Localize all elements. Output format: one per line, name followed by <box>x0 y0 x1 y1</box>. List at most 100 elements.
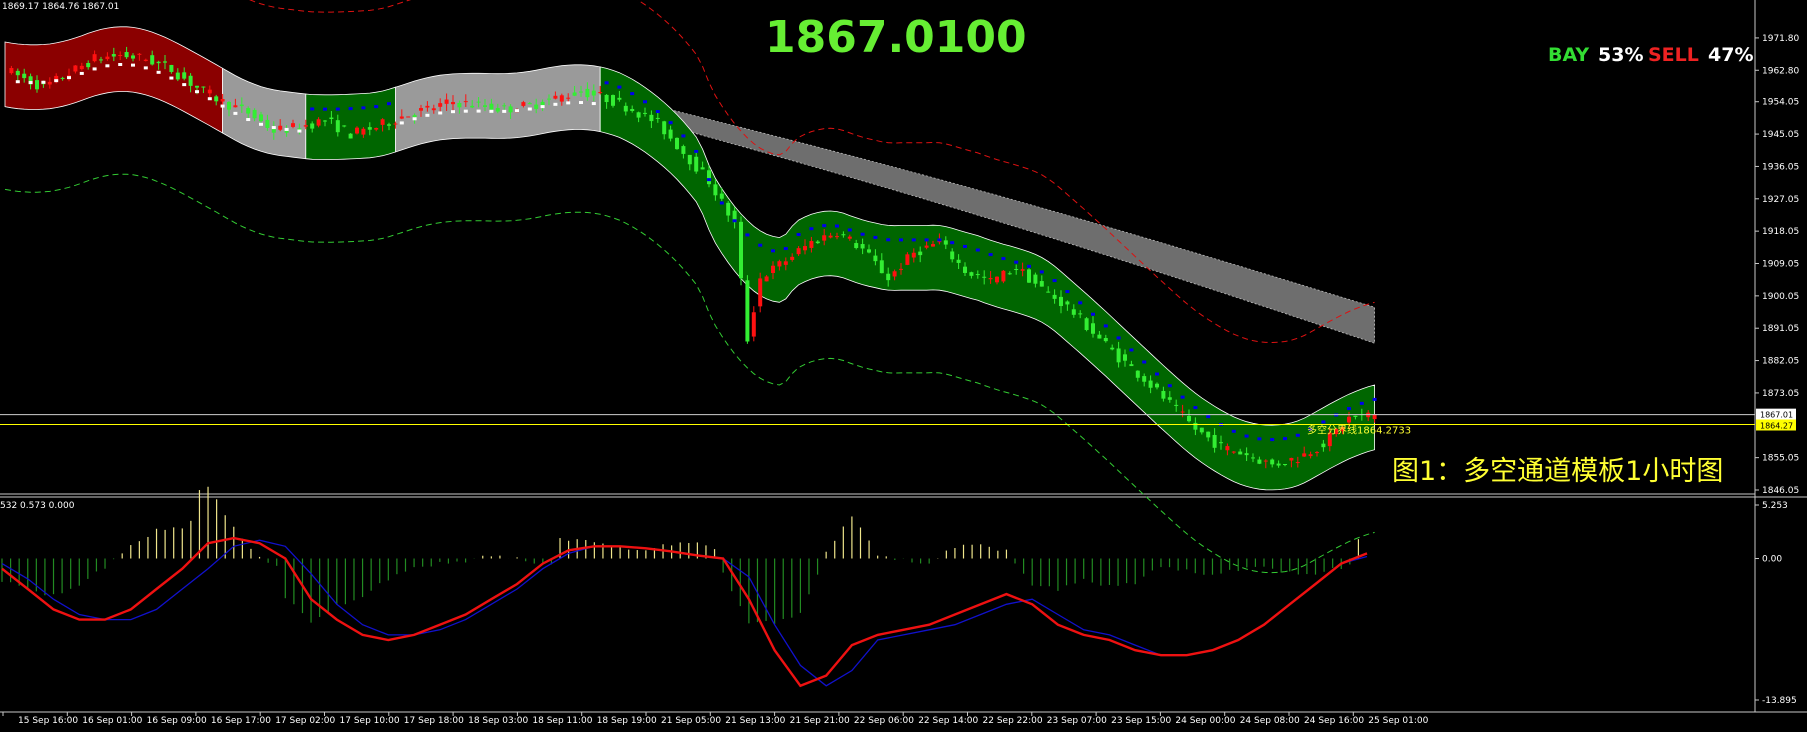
trail-dot <box>1180 395 1185 399</box>
candle-body <box>1187 415 1191 422</box>
trail-dot <box>1052 279 1057 283</box>
price-tick-label: 1882.05 <box>1762 357 1799 367</box>
candle-body <box>521 102 526 106</box>
trail-dot <box>988 253 993 257</box>
trail-dot <box>207 97 212 101</box>
trail-dot <box>694 149 699 153</box>
candle-body <box>495 108 500 112</box>
candle-body <box>60 77 65 79</box>
time-tick-label: 21 Sep 13:00 <box>725 716 785 726</box>
trail-dot <box>1001 257 1006 261</box>
candle-body <box>1065 301 1070 305</box>
price-tick-label: 1918.05 <box>1762 227 1799 237</box>
candle-body <box>969 272 974 276</box>
trail-dot <box>335 107 340 111</box>
candle-body <box>425 105 430 108</box>
candle-body <box>207 89 212 94</box>
candle-body <box>227 101 231 110</box>
price-tick-label: 1927.05 <box>1762 195 1799 205</box>
candle-body <box>483 105 487 108</box>
candle-body <box>1155 383 1159 388</box>
trail-dot <box>553 102 558 106</box>
candle-body <box>150 55 155 65</box>
macd-tick-label: 0.00 <box>1762 554 1782 564</box>
candle-body <box>943 240 948 245</box>
candle-body <box>457 102 462 108</box>
candle-body <box>1295 462 1300 464</box>
candle-body <box>1219 442 1223 444</box>
trail-dot <box>1116 336 1121 340</box>
candle-body <box>822 235 827 241</box>
candle-body <box>291 123 295 127</box>
candle-body <box>905 254 910 265</box>
trail-dot <box>630 92 635 96</box>
trail-dot <box>1321 420 1326 424</box>
candle-body <box>681 146 686 154</box>
candle-body <box>1270 459 1275 465</box>
candle-body <box>899 268 903 270</box>
candle-body <box>1199 427 1204 433</box>
trail-dot <box>566 101 571 105</box>
candle-body <box>1263 460 1268 462</box>
candle-body <box>131 55 135 59</box>
candle-body <box>623 105 628 112</box>
candle-body <box>1302 453 1307 457</box>
candle-body <box>201 86 206 88</box>
candle-body <box>143 59 148 61</box>
trail-dot <box>92 67 97 71</box>
candle-body <box>310 123 315 129</box>
candle-body <box>265 119 270 128</box>
candle-body <box>9 68 14 74</box>
macd-header: 532 0.573 0.000 <box>0 501 75 511</box>
trail-dot <box>1103 324 1108 328</box>
trail-dot <box>963 244 967 248</box>
trail-dot <box>1244 434 1249 438</box>
candle-body <box>751 312 756 337</box>
chart-caption: 图1：多空通道模板1小时图 <box>1392 456 1723 487</box>
trail-dot <box>438 111 443 115</box>
trail-dot <box>1206 415 1211 419</box>
candle-body <box>835 236 839 238</box>
ohlc-info: 1869.17 1864.76 1867.01 <box>2 2 119 12</box>
price-tick-label: 1909.05 <box>1762 260 1799 270</box>
trail-dot <box>246 118 251 122</box>
bay-label: BAY <box>1548 44 1589 66</box>
level-line-label: 多空分界线1864.2733 <box>1307 423 1411 436</box>
candle-body <box>188 75 193 86</box>
price-tick-label: 1954.05 <box>1762 98 1799 108</box>
candle-body <box>803 246 807 251</box>
candle-body <box>1071 309 1076 315</box>
trail-dot <box>668 121 673 125</box>
candle-body <box>636 112 641 118</box>
candle-body <box>367 127 372 130</box>
trail-dot <box>604 81 609 85</box>
candle-body <box>182 72 187 79</box>
price-tick-label: 1855.05 <box>1762 454 1799 464</box>
candle-body <box>867 249 871 253</box>
candle-body <box>118 54 123 56</box>
candle-body <box>105 56 110 60</box>
candle-body <box>35 80 39 90</box>
trail-dot <box>1155 372 1159 376</box>
candle-body <box>572 92 577 96</box>
trail-dot <box>515 109 519 113</box>
time-tick-label: 18 Sep 19:00 <box>597 716 657 726</box>
price-tick-label: 1846.05 <box>1762 486 1799 496</box>
sell-percent: 47% <box>1708 44 1753 66</box>
candle-body <box>1123 354 1127 361</box>
candle-body <box>854 243 859 249</box>
price-tick-label: 1891.05 <box>1762 324 1799 334</box>
candle-body <box>361 128 366 135</box>
price-tick-label: 1873.05 <box>1762 389 1799 399</box>
trail-dot <box>1091 312 1095 316</box>
trail-dot <box>131 63 135 67</box>
trail-dot <box>643 100 647 104</box>
candle-body <box>1001 270 1006 282</box>
candle-body <box>534 104 539 109</box>
candle-body <box>739 221 743 279</box>
time-tick-label: 17 Sep 18:00 <box>404 716 464 726</box>
time-tick-label: 24 Sep 08:00 <box>1240 716 1300 726</box>
candle-body <box>771 265 775 274</box>
trail-dot <box>860 232 865 236</box>
candle-body <box>323 120 327 122</box>
